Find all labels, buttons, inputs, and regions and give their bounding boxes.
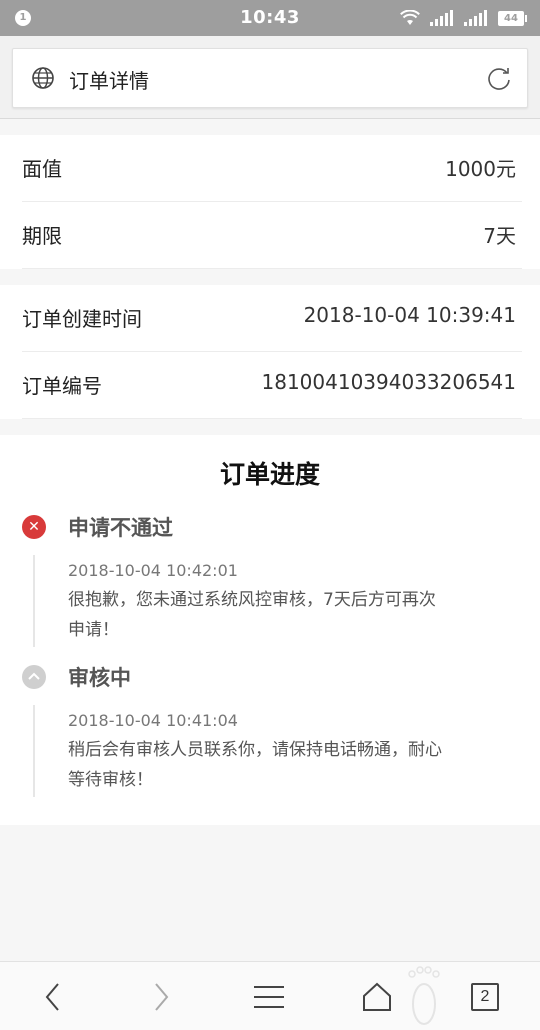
step-title: 审核中	[68, 666, 131, 690]
menu-icon	[254, 986, 284, 1008]
menu-button[interactable]	[252, 980, 286, 1014]
address-bar[interactable]: 订单详情	[12, 48, 528, 108]
row-value: 181004103940332065‌41	[261, 370, 517, 394]
list-item: 面值 1000元	[22, 135, 522, 202]
timeline-line	[33, 555, 35, 647]
step-message: 稍后会有审核人员联系你，请保持电话畅通，耐心等待审核！	[68, 740, 442, 790]
status-bar: 1 10:43 44	[0, 0, 540, 36]
refresh-icon[interactable]	[485, 64, 513, 92]
row-value: 7天	[483, 224, 516, 248]
tab-count: 2	[471, 983, 499, 1011]
list-item: 订单创建时间 2018-10-04 10:39:41	[22, 285, 522, 352]
step-timestamp: 2018-10-04 10:41:04	[68, 711, 238, 730]
signal-icon-sim1	[430, 10, 453, 26]
battery-icon: 44	[498, 10, 527, 26]
row-label: 订单编号	[22, 374, 102, 398]
order-progress-section: 订单进度 ✕ 申请不通过 2018-10-04 10:42:01 很抱歉，您未通…	[0, 435, 540, 825]
list-item: 期限 7天	[22, 202, 522, 269]
signal-icon-sim2	[464, 10, 487, 26]
status-icons: 44	[400, 9, 527, 27]
row-label: 期限	[22, 224, 62, 248]
wifi-icon	[400, 10, 420, 25]
chevron-up-icon	[22, 665, 46, 689]
browser-bottom-bar: 2	[0, 961, 540, 1030]
forward-button[interactable]	[144, 980, 178, 1014]
row-label: 订单创建时间	[22, 307, 142, 331]
x-icon: ✕	[22, 515, 46, 539]
home-button[interactable]	[360, 980, 394, 1014]
timeline-line	[33, 705, 35, 797]
page-title: 订单详情	[69, 69, 149, 93]
step-title: 申请不通过	[68, 516, 173, 540]
chevron-right-icon	[155, 983, 169, 1011]
order-info-card: 订单创建时间 2018-10-04 10:39:41 订单编号 18100410…	[0, 285, 540, 419]
chevron-left-icon	[45, 983, 59, 1011]
list-item: 订单编号 181004103940332065‌41	[22, 352, 522, 419]
globe-icon	[32, 67, 54, 89]
step-timestamp: 2018-10-04 10:42:01	[68, 561, 238, 580]
section-title: 订单进度	[219, 460, 320, 489]
tabs-button[interactable]: 2	[468, 980, 502, 1014]
row-value: 1000元	[445, 157, 516, 181]
step-message: 很抱歉，您未通过系统风控审核，7天后方可再次申请！	[68, 590, 436, 640]
amount-card: 面值 1000元 期限 7天	[0, 135, 540, 269]
row-value: 2018-10-04 10:39:41	[303, 303, 516, 327]
home-icon	[363, 982, 391, 1011]
footprint-watermark-icon	[408, 966, 440, 1025]
back-button[interactable]	[36, 980, 70, 1014]
browser-header: 订单详情	[0, 36, 540, 119]
row-label: 面值	[22, 157, 62, 181]
